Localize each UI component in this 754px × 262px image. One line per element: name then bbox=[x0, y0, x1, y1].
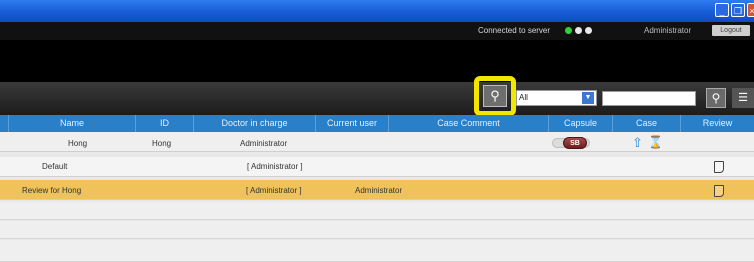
hourglass-icon[interactable]: ⌛ bbox=[648, 136, 663, 149]
connection-status-text: Connected to server bbox=[478, 26, 551, 35]
status-bar bbox=[0, 22, 754, 40]
column-header-current-user[interactable]: Current user bbox=[315, 115, 388, 132]
maximize-button[interactable]: ❐ bbox=[731, 3, 745, 17]
column-header-case[interactable]: Case bbox=[612, 115, 680, 132]
filter-select-value: All bbox=[519, 93, 528, 102]
current-user-label: Administrator bbox=[644, 26, 692, 35]
connection-indicator-icon bbox=[585, 27, 592, 34]
cell-name: Hong bbox=[68, 139, 88, 148]
upload-icon[interactable]: ⇧ bbox=[632, 136, 643, 149]
connection-indicator-icon bbox=[565, 27, 572, 34]
cell-doctor: Administrator bbox=[240, 139, 288, 148]
cell-doctor: [ Administrator ] bbox=[247, 162, 303, 171]
empty-row bbox=[0, 221, 754, 239]
search-input[interactable] bbox=[602, 91, 696, 106]
document-icon[interactable] bbox=[714, 185, 724, 197]
cell-name: Default bbox=[42, 162, 68, 171]
chevron-down-icon[interactable]: ▼ bbox=[582, 92, 594, 104]
empty-row bbox=[0, 202, 754, 220]
list-icon: ☰ bbox=[738, 92, 748, 104]
column-header-id[interactable]: ID bbox=[135, 115, 193, 132]
column-header-case-comment[interactable]: Case Comment bbox=[388, 115, 548, 132]
connection-indicator-icon bbox=[575, 27, 582, 34]
search-button[interactable]: ⚲ bbox=[706, 88, 726, 108]
close-button[interactable]: × bbox=[747, 3, 754, 17]
cell-name: Review for Hong bbox=[22, 186, 82, 195]
column-header-doctor[interactable]: Doctor in charge bbox=[193, 115, 315, 132]
window-title-bar bbox=[0, 0, 754, 22]
list-view-button[interactable]: ☰ bbox=[732, 88, 754, 108]
minimize-button[interactable]: _ bbox=[715, 3, 729, 17]
column-header-name[interactable]: Name bbox=[8, 115, 135, 132]
cell-id: Hong bbox=[152, 139, 172, 148]
header-spacer bbox=[0, 115, 8, 132]
capsule-badge[interactable]: SB bbox=[563, 137, 587, 149]
search-icon: ⚲ bbox=[711, 91, 721, 105]
highlight-box bbox=[474, 76, 516, 116]
cell-doctor: [ Administrator ] bbox=[246, 186, 302, 195]
empty-row bbox=[0, 240, 754, 262]
document-icon[interactable] bbox=[714, 161, 724, 173]
column-header-review[interactable]: Review bbox=[680, 115, 754, 132]
cell-current-user: Administrator bbox=[355, 186, 403, 195]
column-header-capsule[interactable]: Capsule bbox=[548, 115, 612, 132]
table-row[interactable] bbox=[0, 157, 754, 177]
logout-button[interactable]: Logout bbox=[712, 25, 750, 36]
banner-area bbox=[0, 40, 754, 82]
